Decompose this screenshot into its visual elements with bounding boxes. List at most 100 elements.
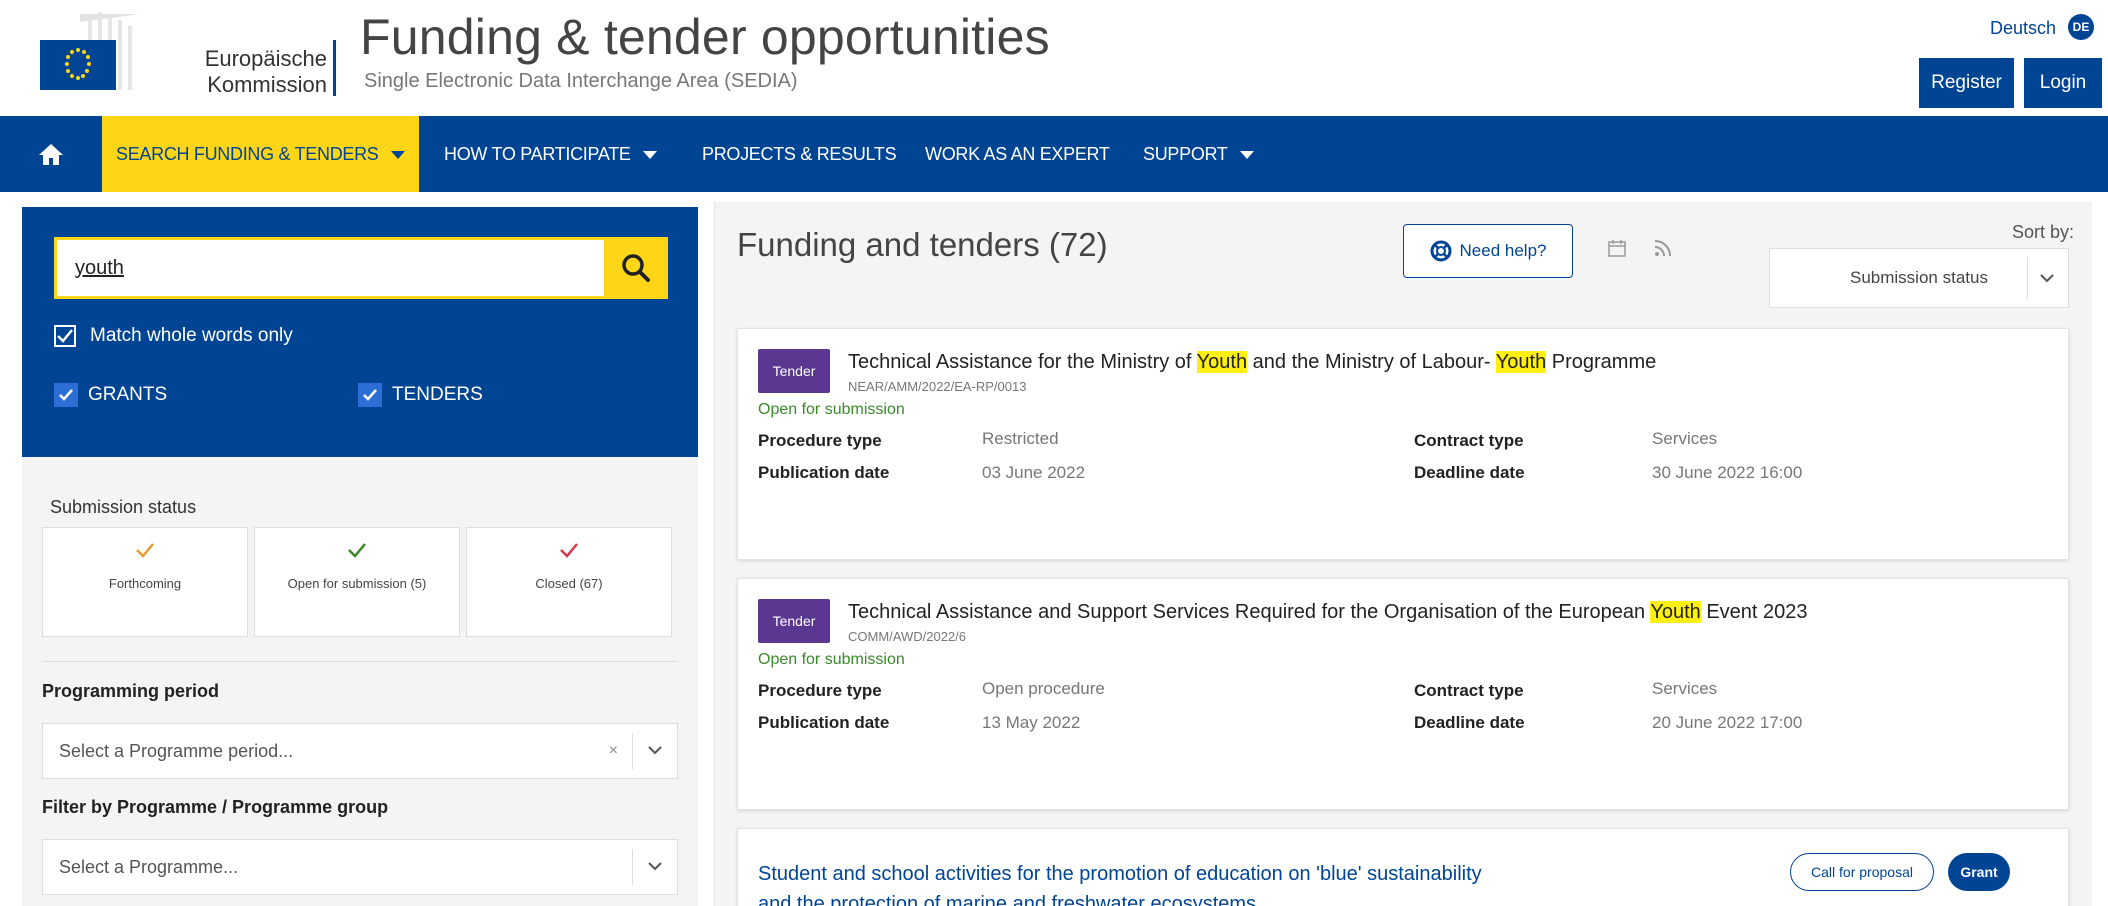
register-button[interactable]: Register xyxy=(1919,58,2014,108)
deadline-date-value: 30 June 2022 16:00 xyxy=(1652,463,1803,482)
caret-down-icon xyxy=(642,151,657,160)
result-status: Open for submission xyxy=(758,651,905,668)
result-title-link[interactable]: Technical Assistance for the Ministry of… xyxy=(848,351,1656,374)
result-status: Open for submission xyxy=(758,401,905,418)
result-reference: COMM/AWD/2022/6 xyxy=(848,629,966,644)
check-icon xyxy=(59,389,73,401)
contract-type-value: Services xyxy=(1652,679,1718,698)
nav-projects-results[interactable]: PROJECTS & RESULTS xyxy=(702,116,897,192)
result-title-link[interactable]: Student and school activities for the pr… xyxy=(758,859,1658,906)
organisation-name: Europäische Kommission xyxy=(197,46,327,98)
results-panel: Funding and tenders (72) Need help? Sort… xyxy=(714,202,2092,906)
search-highlight: Youth xyxy=(1650,601,1701,623)
lifebuoy-icon xyxy=(1430,240,1452,262)
nav-support[interactable]: SUPPORT xyxy=(1143,116,1254,192)
organisation-name-line1: Europäische xyxy=(204,46,327,71)
result-card[interactable]: Tender Technical Assistance and Support … xyxy=(737,578,2069,810)
sort-value: Submission status xyxy=(1850,268,1988,287)
check-icon xyxy=(560,543,578,558)
home-icon[interactable] xyxy=(26,116,76,192)
caret-down-icon xyxy=(390,151,405,160)
grants-label: GRANTS xyxy=(88,384,168,405)
login-button[interactable]: Login xyxy=(2024,58,2102,108)
search-button[interactable] xyxy=(604,237,668,299)
procedure-type-value: Restricted xyxy=(982,429,1059,448)
main-navigation: SEARCH FUNDING & TENDERS HOW TO PARTICIP… xyxy=(0,116,2108,192)
publication-date-label: Publication date xyxy=(758,463,890,482)
search-highlight: Youth xyxy=(1495,351,1547,373)
site-header: Europäische Kommission Funding & tender … xyxy=(0,0,2108,116)
status-forthcoming[interactable]: Forthcoming xyxy=(42,527,248,637)
programming-period-select[interactable]: Select a Programme period... × xyxy=(42,723,678,779)
search-icon xyxy=(622,254,650,282)
calendar-icon[interactable] xyxy=(1607,238,1627,263)
search-panel: youth Match whole words only GRANTS TEND… xyxy=(22,207,698,457)
match-whole-words-checkbox[interactable] xyxy=(54,325,76,347)
title-line: Student and school activities for the pr… xyxy=(758,863,1482,885)
clear-icon[interactable]: × xyxy=(595,724,632,778)
programme-select[interactable]: Select a Programme... xyxy=(42,839,678,895)
title-part: Technical Assistance for the Ministry of xyxy=(848,351,1197,373)
site-title[interactable]: Funding & tender opportunities xyxy=(360,8,1050,66)
need-help-label: Need help? xyxy=(1459,241,1547,260)
search-input[interactable]: youth xyxy=(54,237,604,299)
procedure-type-label: Procedure type xyxy=(758,681,882,700)
title-part: Programme xyxy=(1546,351,1657,373)
match-whole-words-label: Match whole words only xyxy=(90,325,293,346)
title-part: Event 2023 xyxy=(1700,601,1808,623)
nav-search-funding-tenders[interactable]: SEARCH FUNDING & TENDERS xyxy=(102,116,419,192)
match-whole-words-option[interactable]: Match whole words only xyxy=(54,325,293,347)
chevron-down-icon xyxy=(2040,274,2054,283)
european-commission-logo[interactable] xyxy=(20,10,190,94)
rss-icon[interactable] xyxy=(1653,238,1673,263)
check-icon xyxy=(363,389,377,401)
title-line: and the protection of marine and freshwa… xyxy=(758,893,1257,906)
tenders-option[interactable]: TENDERS xyxy=(358,383,483,407)
header-divider xyxy=(333,40,336,96)
title-part: Technical Assistance and Support Service… xyxy=(848,601,1651,623)
nav-work-as-expert[interactable]: WORK AS AN EXPERT xyxy=(925,116,1110,192)
status-open-for-submission[interactable]: Open for submission (5) xyxy=(254,527,460,637)
select-separator xyxy=(2027,257,2028,299)
nav-item-label: HOW TO PARTICIPATE xyxy=(444,144,631,164)
check-icon xyxy=(348,543,366,558)
grants-option[interactable]: GRANTS xyxy=(54,383,167,407)
result-card[interactable]: Tender Technical Assistance for the Mini… xyxy=(737,328,2069,560)
procedure-type-label: Procedure type xyxy=(758,431,882,450)
nav-item-label: PROJECTS & RESULTS xyxy=(702,144,897,164)
sort-label: Sort by: xyxy=(2011,222,2074,242)
contract-type-label: Contract type xyxy=(1414,681,1524,700)
sort-select[interactable]: Submission status xyxy=(1769,248,2069,308)
result-card[interactable]: Student and school activities for the pr… xyxy=(737,828,2069,906)
result-reference: NEAR/AMM/2022/EA-RP/0013 xyxy=(848,379,1027,394)
grants-checkbox[interactable] xyxy=(54,383,78,407)
title-part: and the Ministry of Labour- xyxy=(1247,351,1496,373)
tender-tag: Tender xyxy=(758,349,830,393)
grant-badge: Grant xyxy=(1948,853,2010,891)
contract-type-label: Contract type xyxy=(1414,431,1524,450)
check-icon xyxy=(57,329,73,343)
status-closed[interactable]: Closed (67) xyxy=(466,527,672,637)
language-selector[interactable]: Deutsch xyxy=(1990,18,2056,39)
chevron-down-icon xyxy=(648,746,662,755)
status-label: Forthcoming xyxy=(108,576,182,591)
programming-period-heading: Programming period xyxy=(42,681,220,701)
chevron-down-icon xyxy=(648,862,662,871)
nav-item-label: WORK AS AN EXPERT xyxy=(925,144,1110,164)
organisation-name-line2: Kommission xyxy=(207,72,327,97)
result-title-link[interactable]: Technical Assistance and Support Service… xyxy=(848,601,1808,624)
language-code-badge[interactable]: DE xyxy=(2068,14,2094,40)
publication-date-label: Publication date xyxy=(758,713,890,732)
tenders-label: TENDERS xyxy=(392,384,483,405)
publication-date-value: 13 May 2022 xyxy=(982,713,1081,732)
nav-how-to-participate[interactable]: HOW TO PARTICIPATE xyxy=(444,116,657,192)
need-help-button[interactable]: Need help? xyxy=(1403,224,1573,278)
call-type-badge: Call for proposal xyxy=(1790,853,1934,891)
nav-item-label: SEARCH FUNDING & TENDERS xyxy=(116,144,379,164)
deadline-date-value: 20 June 2022 17:00 xyxy=(1652,713,1803,732)
tenders-checkbox[interactable] xyxy=(358,383,382,407)
results-title: Funding and tenders (72) xyxy=(737,226,1108,263)
programme-filter-heading: Filter by Programme / Programme group xyxy=(42,797,389,817)
site-subtitle: Single Electronic Data Interchange Area … xyxy=(364,70,798,92)
tender-tag: Tender xyxy=(758,599,830,643)
